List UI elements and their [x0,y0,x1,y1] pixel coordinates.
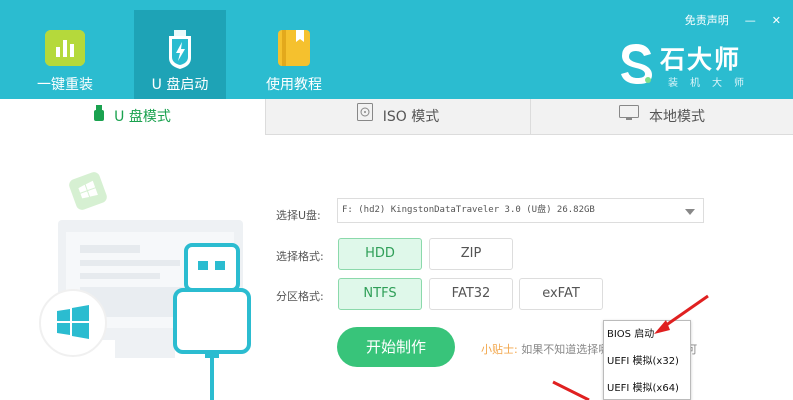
app-header: 一键重装 U 盘启动 使用教程 免责声明 — ✕ 石大师 装机大师 [0,0,793,99]
start-button[interactable]: 开始制作 [337,327,455,367]
menu-item-uefi-x32[interactable]: UEFI 模拟(x32) [604,348,690,375]
windows-logo-icon [39,289,107,357]
menu-item-uefi-x64[interactable]: UEFI 模拟(x64) [604,375,690,400]
usb-plug-icon [173,243,251,400]
usb-select-label: 选择U盘: [276,209,321,222]
partition-label: 分区格式: [276,290,324,303]
nav-label: U 盘启动 [151,77,209,93]
partition-option-ntfs[interactable]: NTFS [338,278,422,310]
nav-label: 一键重装 [37,77,93,93]
format-label: 选择格式: [276,250,324,263]
tip-label: 小贴士: [481,343,518,356]
disclaimer-link[interactable]: 免责声明 [685,12,729,28]
tab-usb-mode[interactable]: U 盘模式 [0,99,265,136]
brand-subtitle: 装机大师 [668,78,756,89]
monitor-icon [619,99,639,135]
brand-name: 石大师 [660,45,742,74]
tab-iso-mode[interactable]: ISO 模式 [265,99,530,135]
tab-local-mode[interactable]: 本地模式 [530,99,793,135]
format-option-zip[interactable]: ZIP [429,238,513,270]
format-option-hdd[interactable]: HDD [338,238,422,270]
book-icon [274,30,314,66]
usb-icon [94,99,105,135]
partition-option-exfat[interactable]: exFAT [519,278,603,310]
tab-label: 本地模式 [649,109,705,125]
usb-shield-icon [160,30,200,69]
brand-mark-icon [621,44,652,84]
nav-tutorial[interactable]: 使用教程 [248,10,340,99]
minimize-button[interactable]: — [745,14,756,27]
close-button[interactable]: ✕ [772,14,781,27]
mode-tabs: U 盘模式 ISO 模式 本地模式 [0,99,793,136]
windows-badge-small-icon [69,172,107,210]
annotation-arrow-icon [552,380,590,400]
disc-icon [356,99,373,135]
chart-icon [45,30,85,66]
usb-illustration [39,172,251,400]
tab-label: U 盘模式 [114,109,171,125]
nav-label: 使用教程 [266,77,322,93]
window-controls: 免责声明 — ✕ [685,12,781,28]
tab-label: ISO 模式 [382,109,440,125]
nav-usb-boot[interactable]: U 盘启动 [134,10,226,99]
boot-mode-menu: BIOS 启动 UEFI 模拟(x32) UEFI 模拟(x64) [603,320,691,400]
menu-item-bios[interactable]: BIOS 启动 [604,321,690,348]
brand-logo: 石大师 装机大师 [618,40,773,90]
nav-one-click-reinstall[interactable]: 一键重装 [19,10,111,99]
usb-drive-value: F: (hd2) KingstonDataTraveler 3.0 (U盘) 2… [342,205,595,215]
chevron-down-icon [685,209,695,215]
usb-drive-select[interactable]: F: (hd2) KingstonDataTraveler 3.0 (U盘) 2… [337,198,704,223]
partition-option-fat32[interactable]: FAT32 [429,278,513,310]
